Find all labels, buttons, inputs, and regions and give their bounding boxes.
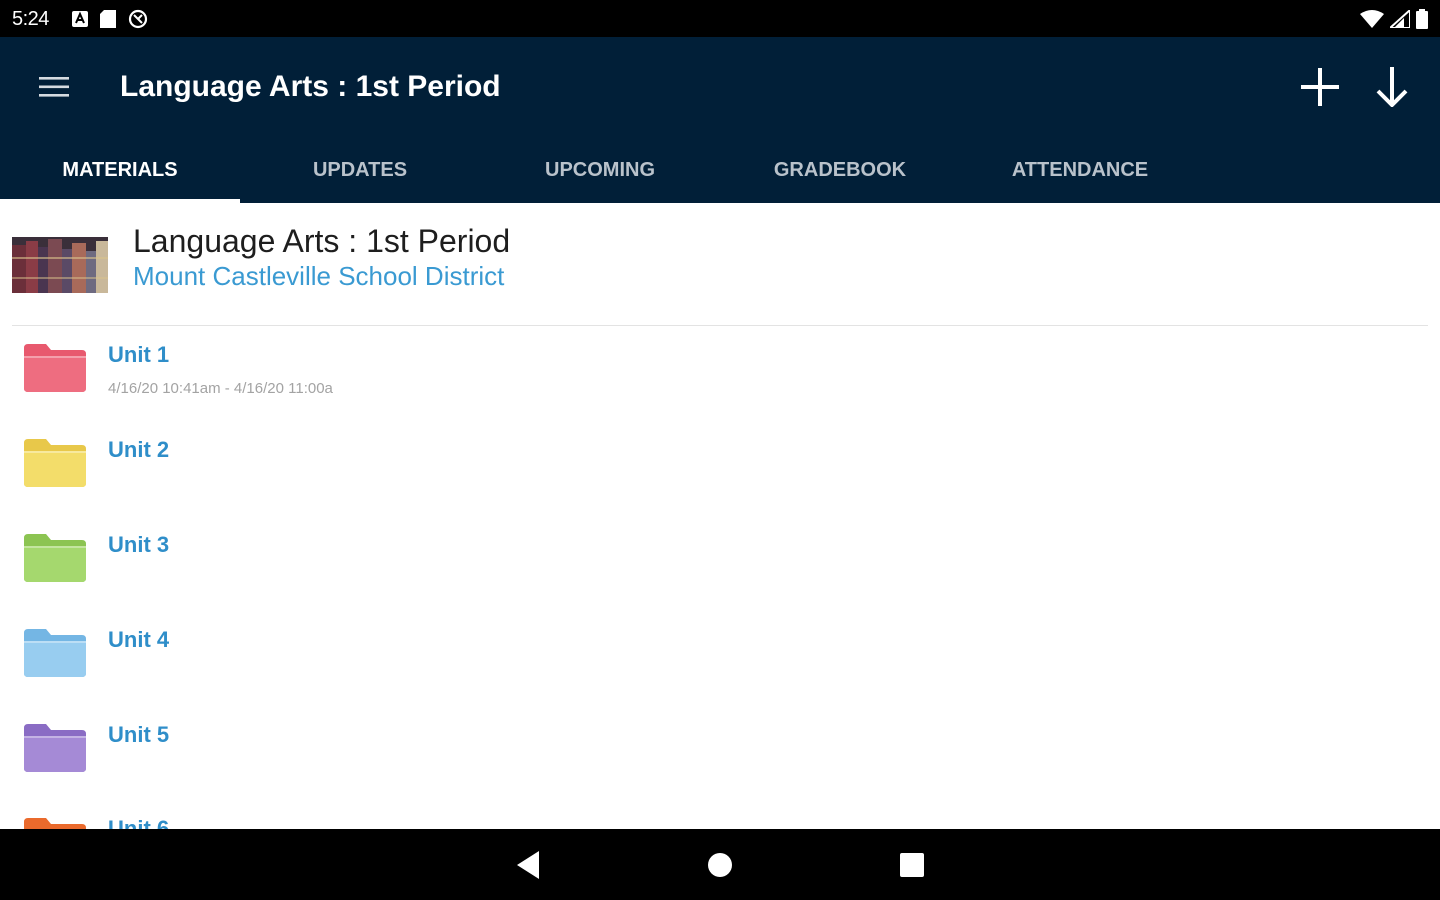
- folder-item-unit-6[interactable]: Unit 6: [0, 800, 1440, 829]
- download-icon: [1376, 67, 1408, 107]
- battery-icon: [1416, 9, 1428, 29]
- recents-square-icon: [900, 853, 924, 877]
- tab-upcoming[interactable]: UPCOMING: [480, 137, 720, 203]
- folder-item-unit-4[interactable]: Unit 4: [0, 611, 1440, 705]
- course-header: Language Arts : 1st Period Mount Castlev…: [0, 203, 1440, 325]
- folder-title: Unit 3: [108, 532, 170, 557]
- folder-icon: [24, 439, 86, 487]
- status-time: 5:24: [12, 8, 49, 30]
- folder-date-range: 4/16/20 10:41am - 4/16/20 11:00a: [108, 380, 333, 397]
- notification-a-icon: [72, 11, 88, 27]
- download-button[interactable]: [1364, 59, 1420, 115]
- books-image: [12, 237, 108, 293]
- folder-item-unit-1[interactable]: Unit 1 4/16/20 10:41am - 4/16/20 11:00a: [0, 326, 1440, 420]
- hamburger-menu-icon: [39, 77, 69, 97]
- app-title: Language Arts : 1st Period: [120, 70, 501, 103]
- folder-title: Unit 4: [108, 627, 170, 652]
- folder-title: Unit 6: [108, 816, 170, 829]
- district-link[interactable]: Mount Castleville School District: [133, 261, 504, 292]
- home-circle-icon: [708, 853, 732, 877]
- folder-title: Unit 2: [108, 437, 170, 462]
- tab-materials[interactable]: MATERIALS: [0, 137, 240, 203]
- navigation-bar: [0, 829, 1440, 900]
- data-saver-icon: [128, 9, 148, 29]
- menu-button[interactable]: [28, 67, 80, 107]
- tab-gradebook[interactable]: GRADEBOOK: [720, 137, 960, 203]
- folder-title: Unit 5: [108, 722, 170, 747]
- tab-bar: MATERIALS UPDATES UPCOMING GRADEBOOK ATT…: [0, 137, 1440, 203]
- materials-list[interactable]: Unit 1 4/16/20 10:41am - 4/16/20 11:00a …: [0, 326, 1440, 829]
- folder-icon: [24, 344, 86, 392]
- wifi-icon: [1360, 10, 1384, 28]
- folder-icon: [24, 629, 86, 677]
- folder-icon: [24, 724, 86, 772]
- app-bar: Language Arts : 1st Period MATERIALS UPD…: [0, 37, 1440, 203]
- sd-card-icon: [100, 10, 116, 28]
- back-triangle-icon: [517, 851, 539, 879]
- add-button[interactable]: [1292, 59, 1348, 115]
- back-button[interactable]: [506, 843, 550, 887]
- home-button[interactable]: [698, 843, 742, 887]
- folder-title: Unit 1: [108, 342, 170, 367]
- course-thumbnail: [12, 237, 108, 293]
- folder-item-unit-3[interactable]: Unit 3: [0, 516, 1440, 610]
- folder-item-unit-5[interactable]: Unit 5: [0, 706, 1440, 800]
- status-left-icons: [72, 9, 148, 29]
- status-right-icons: [1360, 9, 1428, 29]
- folder-icon: [24, 818, 86, 829]
- tab-attendance[interactable]: ATTENDANCE: [960, 137, 1200, 203]
- folder-icon: [24, 534, 86, 582]
- add-icon: [1301, 68, 1339, 106]
- course-title: Language Arts : 1st Period: [133, 223, 511, 259]
- recents-button[interactable]: [890, 843, 934, 887]
- status-bar: 5:24: [0, 0, 1440, 37]
- folder-item-unit-2[interactable]: Unit 2: [0, 421, 1440, 515]
- cellular-signal-icon: [1390, 10, 1410, 28]
- tab-updates[interactable]: UPDATES: [240, 137, 480, 203]
